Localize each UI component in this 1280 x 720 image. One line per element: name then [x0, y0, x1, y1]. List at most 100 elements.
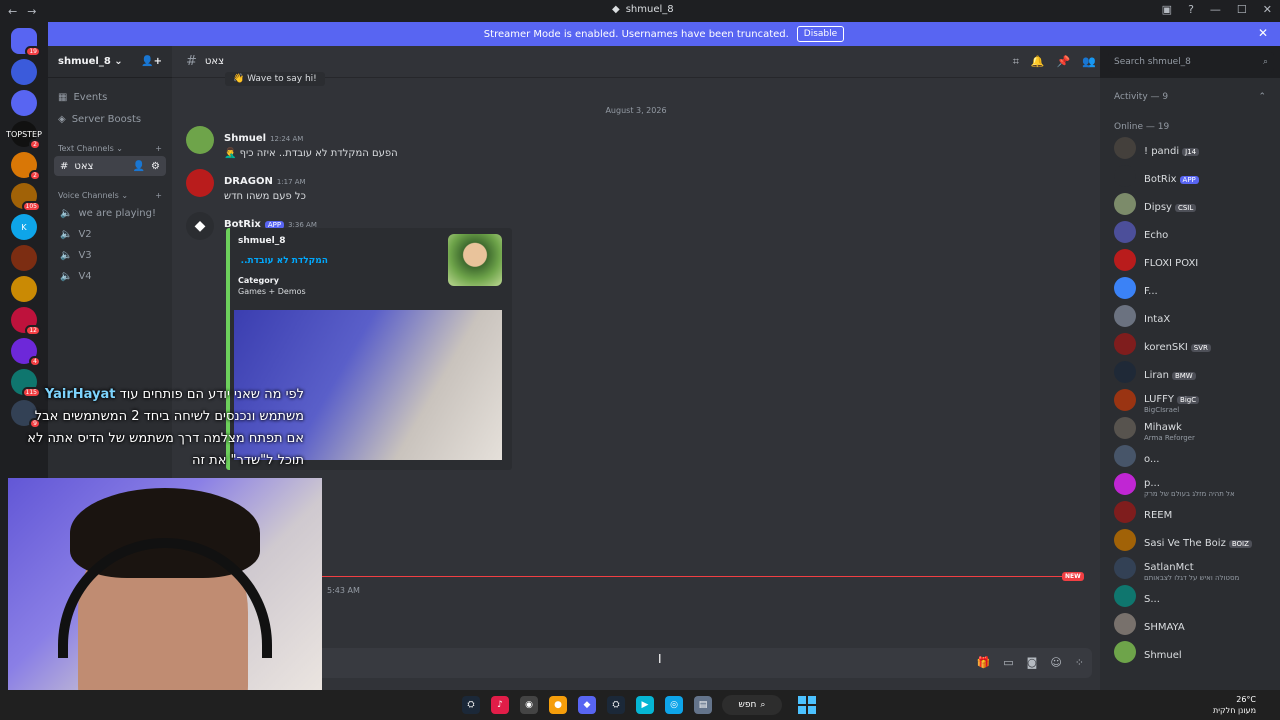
member-item[interactable]: S...: [1114, 584, 1274, 608]
members-icon[interactable]: 👥: [1082, 55, 1096, 69]
close-window-button[interactable]: ✕: [1263, 3, 1272, 16]
close-banner-icon[interactable]: ✕: [1258, 26, 1268, 40]
member-item[interactable]: Mihawk Arma Reforger: [1114, 416, 1274, 442]
bell-icon[interactable]: 🔔: [1031, 55, 1045, 69]
message[interactable]: Shmuel 12:24 AM הפעם המקלדת לא עובדת.. אי…: [186, 126, 398, 159]
live-icon[interactable]: ▶: [636, 696, 654, 714]
search-input[interactable]: Search shmuel_8 ⌕: [1108, 52, 1274, 72]
chevron-up-icon[interactable]: ⌃: [1258, 92, 1266, 102]
voice-channel-we-are-playing[interactable]: 🔈 we are playing!: [54, 203, 166, 223]
notepad-icon[interactable]: ▤: [694, 696, 712, 714]
member-item[interactable]: korenSKI SVR: [1114, 332, 1274, 356]
voice-channel-v2[interactable]: 🔈 V2: [54, 224, 166, 244]
weather-widget[interactable]: 26°C מעונן חלקית: [1213, 694, 1256, 716]
threads-icon[interactable]: ⌗: [1013, 55, 1019, 69]
voice-channels-category[interactable]: Voice Channels ⌄ +: [48, 177, 172, 202]
member-info: o...: [1144, 447, 1159, 466]
member-item[interactable]: Dipsy CSIL: [1114, 192, 1274, 216]
voice-channel-v4[interactable]: 🔈 V4: [54, 266, 166, 286]
guild-header[interactable]: shmuel_8 ⌄ 👤+: [48, 46, 172, 78]
server-icon[interactable]: [11, 245, 37, 271]
embed-title[interactable]: המקלדת לא עובדת..: [238, 256, 328, 266]
member-item[interactable]: ! pandi J14: [1114, 136, 1274, 160]
server-icon[interactable]: TOPSTEP 2: [6, 121, 42, 150]
window-title: ◆ shmuel_8: [612, 4, 674, 15]
pin-icon[interactable]: 📌: [1057, 55, 1071, 69]
member-info: F...: [1144, 279, 1158, 298]
obs-icon[interactable]: ◉: [520, 696, 538, 714]
server-icon[interactable]: 19: [11, 28, 41, 57]
member-item[interactable]: p... אל תהיה מזלג בעולם של מרק: [1114, 472, 1274, 498]
inbox-icon[interactable]: ▣: [1162, 3, 1172, 16]
member-item[interactable]: F...: [1114, 276, 1274, 300]
member-item[interactable]: SHMAYA: [1114, 612, 1274, 636]
channel-chat[interactable]: # צאט 👤 ⚙: [54, 156, 166, 176]
voice-channel-v3[interactable]: 🔈 V3: [54, 245, 166, 265]
server-icon[interactable]: 12: [11, 307, 41, 336]
invite-icon[interactable]: 👤: [133, 161, 145, 172]
server-icon[interactable]: K: [11, 214, 37, 240]
message-author[interactable]: DRAGON: [224, 176, 273, 187]
activity-header[interactable]: Activity — 9 ⌃: [1100, 78, 1280, 106]
member-item[interactable]: REEM: [1114, 500, 1274, 524]
text-channels-category[interactable]: Text Channels ⌄ +: [48, 130, 172, 155]
bot-avatar[interactable]: ◆: [186, 212, 214, 240]
minimize-button[interactable]: —: [1210, 3, 1221, 16]
member-item[interactable]: SatlanMct מסטולה ואיש על דגלו לצבאותם: [1114, 556, 1274, 582]
member-name: SHMAYA: [1144, 621, 1185, 633]
browser-icon[interactable]: ◎: [665, 696, 683, 714]
wave-button[interactable]: 👋 Wave to say hi!: [225, 72, 325, 86]
back-arrow-icon[interactable]: ←: [8, 5, 17, 18]
apps-icon[interactable]: ⁘: [1075, 656, 1084, 669]
avatar[interactable]: [186, 169, 214, 197]
add-voice-channel-icon[interactable]: +: [155, 191, 162, 200]
server-icon[interactable]: [11, 90, 37, 116]
member-info: Shmuel: [1144, 643, 1182, 662]
maximize-button[interactable]: ☐: [1237, 3, 1247, 16]
sidebar-item-events[interactable]: ▦ Events: [48, 86, 172, 108]
sidebar-item-server-boosts[interactable]: ◈ Server Boosts: [48, 108, 172, 130]
server-icon[interactable]: 4: [11, 338, 41, 367]
server-icon[interactable]: 2: [11, 152, 41, 181]
message-author[interactable]: Shmuel: [224, 133, 266, 144]
member-item[interactable]: IntaX: [1114, 304, 1274, 328]
emoji-icon[interactable]: ☺: [1050, 656, 1061, 669]
member-item[interactable]: o...: [1114, 444, 1274, 468]
disable-streamer-mode-button[interactable]: Disable: [796, 26, 845, 42]
member-item[interactable]: Sasi Ve The Boiz BOIZ: [1114, 528, 1274, 552]
member-info: korenSKI SVR: [1144, 335, 1211, 354]
channel-settings-icon[interactable]: ⚙: [151, 161, 160, 172]
embed-thumbnail[interactable]: [448, 234, 502, 286]
avatar[interactable]: [186, 126, 214, 154]
windows-start-icon[interactable]: [798, 696, 816, 714]
member-item[interactable]: LUFFY BigC BigCIsrael: [1114, 388, 1274, 414]
member-item[interactable]: Echo: [1114, 220, 1274, 244]
message[interactable]: DRAGON 1:17 AM כל פעם משהו חדש: [186, 169, 306, 202]
server-icon[interactable]: [11, 59, 37, 85]
member-item[interactable]: BotRix APP: [1114, 164, 1274, 188]
chrome-icon[interactable]: ●: [549, 696, 567, 714]
banner-text: Streamer Mode is enabled. Usernames have…: [483, 28, 789, 40]
member-item[interactable]: Shmuel: [1114, 640, 1274, 664]
steam-icon[interactable]: ⛭: [462, 696, 480, 714]
add-member-icon[interactable]: 👤+: [141, 56, 162, 67]
channel-title: צאט: [204, 56, 225, 67]
sticker-icon[interactable]: ◙: [1027, 656, 1038, 669]
discord-icon[interactable]: ◆: [578, 696, 596, 714]
server-icon[interactable]: 105: [11, 183, 41, 212]
gif-icon[interactable]: ▭: [1003, 656, 1013, 669]
help-icon[interactable]: ?: [1188, 3, 1194, 16]
gift-icon[interactable]: 🎁: [977, 656, 991, 669]
steam-alt-icon[interactable]: ⛭: [607, 696, 625, 714]
taskbar-search[interactable]: חפש ⌕: [722, 695, 782, 715]
avatar: [1114, 557, 1136, 579]
member-item[interactable]: FLOXI POXI: [1114, 248, 1274, 272]
server-icon[interactable]: [11, 276, 37, 302]
member-item[interactable]: Liran BMW: [1114, 360, 1274, 384]
forward-arrow-icon[interactable]: →: [27, 5, 36, 18]
member-name: Echo: [1144, 229, 1169, 241]
add-channel-icon[interactable]: +: [155, 144, 162, 153]
new-messages-divider: [320, 576, 1082, 577]
composer-tools: 🎁 ▭ ◙ ☺ ⁘: [977, 656, 1084, 669]
tiktok-icon[interactable]: ♪: [491, 696, 509, 714]
